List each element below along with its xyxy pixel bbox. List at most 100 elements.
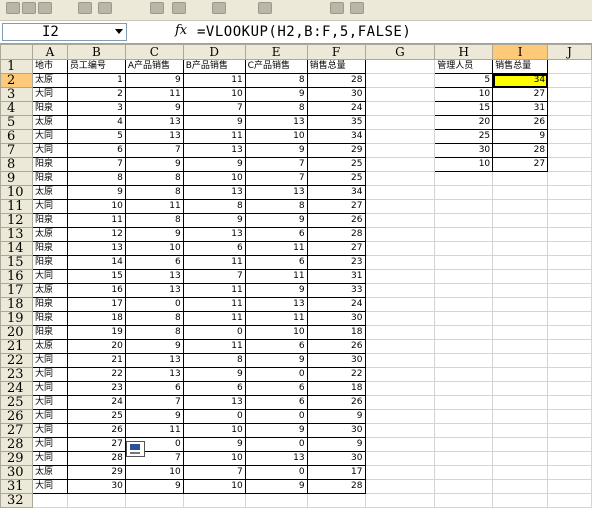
header-cell[interactable]: A产品销售 <box>124 59 184 74</box>
cell[interactable]: 8 <box>124 311 184 326</box>
cell[interactable] <box>434 269 494 284</box>
cell[interactable] <box>434 353 494 368</box>
cell[interactable] <box>547 465 592 480</box>
cell[interactable] <box>547 479 592 494</box>
cell[interactable] <box>547 101 592 116</box>
cell[interactable]: 4 <box>66 115 126 130</box>
cell[interactable]: 16 <box>66 283 126 298</box>
cell[interactable] <box>364 395 436 410</box>
cell[interactable] <box>547 437 592 452</box>
row-header[interactable]: 12 <box>0 213 33 228</box>
cell[interactable]: 17 <box>66 297 126 312</box>
cell[interactable]: 10 <box>182 171 246 186</box>
cell[interactable]: 26 <box>66 423 126 438</box>
cell[interactable]: 8 <box>124 213 184 228</box>
copy-icon[interactable] <box>150 2 164 14</box>
row-header[interactable]: 17 <box>0 283 33 298</box>
cell[interactable]: 11 <box>182 339 246 354</box>
cell[interactable] <box>547 367 592 382</box>
cell[interactable] <box>547 241 592 256</box>
cell[interactable] <box>547 493 592 508</box>
cell[interactable]: 太原 <box>31 185 68 200</box>
cell[interactable] <box>547 129 592 144</box>
cell[interactable]: 0 <box>244 409 308 424</box>
cell[interactable]: 9 <box>306 437 366 452</box>
cell[interactable]: 10 <box>66 199 126 214</box>
cell[interactable]: 0 <box>244 465 308 480</box>
cell[interactable] <box>547 227 592 242</box>
cell[interactable] <box>492 311 549 326</box>
cell[interactable] <box>306 493 366 508</box>
row-header[interactable]: 7 <box>0 143 33 158</box>
cell[interactable]: 25 <box>66 409 126 424</box>
cell[interactable]: 9 <box>124 479 184 494</box>
column-header[interactable]: G <box>364 44 436 60</box>
cell[interactable] <box>492 325 549 340</box>
formula-input[interactable]: =VLOOKUP(H2,B:F,5,FALSE) <box>197 22 411 42</box>
cell[interactable] <box>364 381 436 396</box>
cell[interactable]: 大同 <box>31 437 68 452</box>
row-header[interactable]: 2 <box>0 73 33 88</box>
cell[interactable]: 10 <box>434 87 494 102</box>
cell[interactable]: 8 <box>124 171 184 186</box>
cell[interactable] <box>492 451 549 466</box>
cell[interactable] <box>492 409 549 424</box>
cell[interactable]: 太原 <box>31 73 68 88</box>
cell[interactable] <box>547 381 592 396</box>
cell[interactable]: 7 <box>244 157 308 172</box>
cell[interactable]: 9 <box>124 73 184 88</box>
cell[interactable]: 30 <box>306 311 366 326</box>
cell[interactable] <box>547 339 592 354</box>
cell[interactable] <box>492 241 549 256</box>
row-header[interactable]: 22 <box>0 353 33 368</box>
cell[interactable] <box>364 115 436 130</box>
cell[interactable] <box>547 297 592 312</box>
cell[interactable]: 11 <box>182 73 246 88</box>
cell[interactable]: 2 <box>66 87 126 102</box>
cell[interactable] <box>547 283 592 298</box>
cell[interactable]: 9 <box>182 157 246 172</box>
cell[interactable] <box>364 73 436 88</box>
cell[interactable]: 31 <box>306 269 366 284</box>
header-cell[interactable]: 销售总量 <box>306 59 366 74</box>
cell[interactable] <box>434 213 494 228</box>
cell[interactable]: 太原 <box>31 283 68 298</box>
row-header[interactable]: 3 <box>0 87 33 102</box>
cell[interactable] <box>364 339 436 354</box>
cell[interactable]: 13 <box>182 185 246 200</box>
cell[interactable]: 13 <box>182 227 246 242</box>
header-cell[interactable]: 管理人员 <box>434 59 494 74</box>
row-header[interactable]: 4 <box>0 101 33 116</box>
cell[interactable] <box>547 255 592 270</box>
cell[interactable]: 大同 <box>31 367 68 382</box>
cell[interactable]: 25 <box>306 171 366 186</box>
row-header[interactable]: 5 <box>0 115 33 130</box>
cell[interactable] <box>364 241 436 256</box>
row-header[interactable]: 31 <box>0 479 33 494</box>
cell[interactable]: 18 <box>306 325 366 340</box>
cell[interactable]: 12 <box>66 227 126 242</box>
cell[interactable]: 15 <box>434 101 494 116</box>
column-header[interactable]: A <box>31 44 68 60</box>
cell[interactable]: 0 <box>244 437 308 452</box>
cell[interactable] <box>547 409 592 424</box>
cell[interactable]: 11 <box>182 129 246 144</box>
cell[interactable] <box>547 451 592 466</box>
cell[interactable]: 13 <box>124 129 184 144</box>
row-header[interactable]: 16 <box>0 269 33 284</box>
cell[interactable] <box>364 227 436 242</box>
cell[interactable]: 大同 <box>31 129 68 144</box>
cell[interactable]: 13 <box>124 367 184 382</box>
row-header[interactable]: 18 <box>0 297 33 312</box>
cell[interactable] <box>547 73 592 88</box>
cell[interactable] <box>434 297 494 312</box>
cell[interactable]: 31 <box>492 101 549 116</box>
row-header[interactable]: 27 <box>0 423 33 438</box>
column-header[interactable]: B <box>66 44 126 60</box>
cell[interactable] <box>434 479 494 494</box>
cell[interactable]: 6 <box>244 381 308 396</box>
cell[interactable]: 11 <box>244 269 308 284</box>
cell[interactable]: 8 <box>182 353 246 368</box>
cell[interactable]: 10 <box>244 129 308 144</box>
cell[interactable] <box>364 465 436 480</box>
